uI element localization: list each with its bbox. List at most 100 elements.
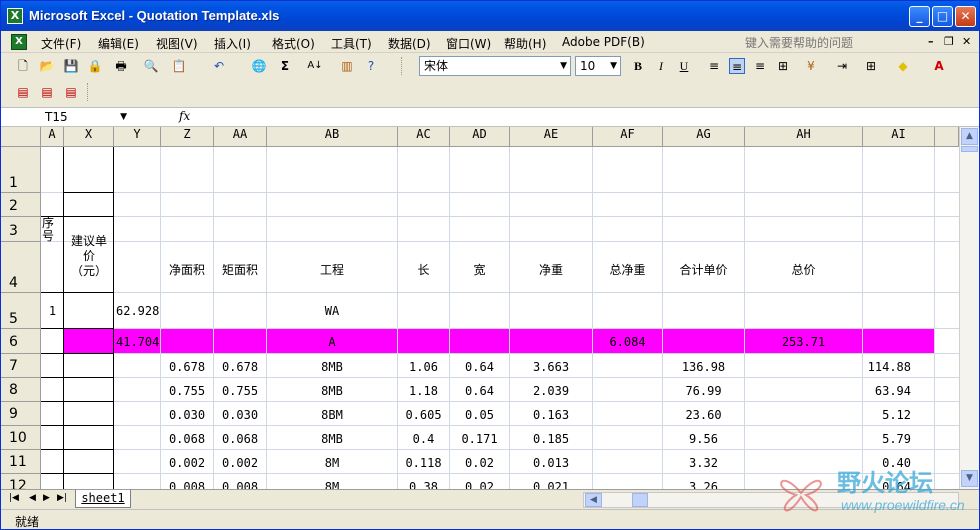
first-sheet-icon[interactable]: |◀ [9,493,19,503]
cell-ac-row11[interactable]: 0.118 [398,456,449,470]
select-all-corner[interactable] [1,127,41,147]
bold-icon[interactable]: B [630,58,646,74]
close-button[interactable]: ✕ [955,6,976,27]
horizontal-scrollbar[interactable]: ◀ [583,492,959,508]
cell-ac-row8[interactable]: 1.18 [398,384,449,398]
cell-z-row12[interactable]: 0.008 [161,480,213,489]
hyperlink-icon[interactable]: 🌐 [251,58,267,74]
cell-ag-row10[interactable]: 9.56 [663,432,744,446]
row-header[interactable]: 7 [1,354,41,378]
col-header-x[interactable]: X [64,127,114,147]
row-header[interactable]: 1 [1,147,41,193]
col-header-ai[interactable]: AI [863,127,935,147]
cell-ag-row11[interactable]: 3.32 [663,456,744,470]
cell-ab-row12[interactable]: 8M [267,480,397,489]
doc-minimize-button[interactable]: – [928,35,934,48]
col-header-ad[interactable]: AD [450,127,510,147]
cell-ad-row8[interactable]: 0.64 [450,384,509,398]
menu-edit[interactable]: 编辑(E) [98,35,139,52]
doc-restore-button[interactable]: ❐ [944,35,954,48]
cell-ab4[interactable]: 工程 [267,261,397,278]
cell-ac-row9[interactable]: 0.605 [398,408,449,422]
cell-ag-row9[interactable]: 23.60 [663,408,744,422]
italic-icon[interactable]: I [653,58,669,74]
col-header-aa[interactable]: AA [214,127,267,147]
font-color-icon[interactable]: A [931,58,947,74]
font-name-select[interactable]: 宋体 ▼ [419,56,571,76]
cell-aa-row10[interactable]: 0.068 [214,432,266,446]
last-sheet-icon[interactable]: ▶| [57,493,67,503]
help-icon[interactable]: ? [363,58,379,74]
scroll-left-button[interactable]: ◀ [585,493,602,507]
cell-ab-row7[interactable]: 8MB [267,360,397,374]
col-header-af[interactable]: AF [593,127,663,147]
scroll-thumb[interactable] [961,146,978,152]
scroll-up-button[interactable]: ▲ [961,128,978,145]
align-right-icon[interactable]: ≡ [752,58,768,74]
cell-ae-row11[interactable]: 0.013 [510,456,592,470]
cell-ac-row12[interactable]: 0.38 [398,480,449,489]
sort-ascending-icon[interactable]: A↓ [307,58,323,74]
font-size-select[interactable]: 10 ▼ [575,56,621,76]
cell-ae-row7[interactable]: 3.663 [510,360,592,374]
cell-ab6[interactable]: A [267,335,397,349]
undo-icon[interactable]: ↶ [211,58,227,74]
row-header[interactable]: 12 [1,474,41,489]
col-header-y[interactable]: Y [114,127,161,147]
cell-af6[interactable]: 6.084 [593,335,662,349]
cell-z-row9[interactable]: 0.030 [161,408,213,422]
cell-aa-row11[interactable]: 0.002 [214,456,266,470]
new-icon[interactable]: 🗋 [15,58,31,74]
cell-ai-row12[interactable]: 0.64 [863,480,911,489]
cell-ai-row9[interactable]: 5.12 [863,408,911,422]
next-sheet-icon[interactable]: ▶ [43,493,50,503]
save-icon[interactable]: 💾 [63,58,79,74]
cell-y5[interactable]: 62.928 [116,304,159,318]
cell-z-row7[interactable]: 0.678 [161,360,213,374]
cell-z-row10[interactable]: 0.068 [161,432,213,446]
cell-ae4[interactable]: 净重 [510,261,592,278]
title-bar[interactable]: X Microsoft Excel - Quotation Template.x… [1,1,979,31]
indent-icon[interactable]: ⇥ [834,58,850,74]
menu-insert[interactable]: 插入(I) [214,35,251,52]
excel-app-icon[interactable]: X [7,8,23,24]
cell-ad-row7[interactable]: 0.64 [450,360,509,374]
menu-adobe-pdf[interactable]: Adobe PDF(B) [562,35,645,49]
menu-data[interactable]: 数据(D) [388,35,431,52]
permission-icon[interactable]: 🔒 [87,58,103,74]
cell-ag4[interactable]: 合计单价 [663,261,744,278]
cell-ai-row10[interactable]: 5.79 [863,432,911,446]
col-header-ah[interactable]: AH [745,127,863,147]
pdf-review-icon[interactable]: ▤ [63,84,79,100]
col-header-a[interactable]: A [41,127,64,147]
row-header[interactable]: 3 [1,217,41,242]
row-header[interactable]: 5 [1,293,41,329]
cell-ai-row7[interactable]: 114.88 [863,360,911,374]
menu-window[interactable]: 窗口(W) [446,35,491,52]
cell-ab-row8[interactable]: 8MB [267,384,397,398]
col-header-ae[interactable]: AE [510,127,593,147]
cell-z-row8[interactable]: 0.755 [161,384,213,398]
col-header-z[interactable]: Z [161,127,214,147]
row-header[interactable]: 8 [1,378,41,402]
col-header-ac[interactable]: AC [398,127,450,147]
cell-ac-row10[interactable]: 0.4 [398,432,449,446]
maximize-button[interactable]: □ [932,6,953,27]
prev-sheet-icon[interactable]: ◀ [29,493,36,503]
workbook-icon[interactable]: X [11,34,27,50]
menu-help[interactable]: 帮助(H) [504,35,546,52]
cell-ad-row12[interactable]: 0.02 [450,480,509,489]
row-header[interactable]: 9 [1,402,41,426]
minimize-button[interactable]: _ [909,6,930,27]
cell-ae-row9[interactable]: 0.163 [510,408,592,422]
cell-ab5[interactable]: WA [267,304,397,318]
cell-ag-row8[interactable]: 76.99 [663,384,744,398]
chart-wizard-icon[interactable]: ▥ [339,58,355,74]
cell-aa-row7[interactable]: 0.678 [214,360,266,374]
menu-file[interactable]: 文件(F) [41,35,81,52]
cell-ag-row12[interactable]: 3.26 [663,480,744,489]
scroll-down-button[interactable]: ▼ [961,470,978,487]
cell-ai-row11[interactable]: 0.40 [863,456,911,470]
vertical-scrollbar[interactable]: ▲ ▼ [959,127,979,489]
pdf-convert-icon[interactable]: ▤ [15,84,31,100]
